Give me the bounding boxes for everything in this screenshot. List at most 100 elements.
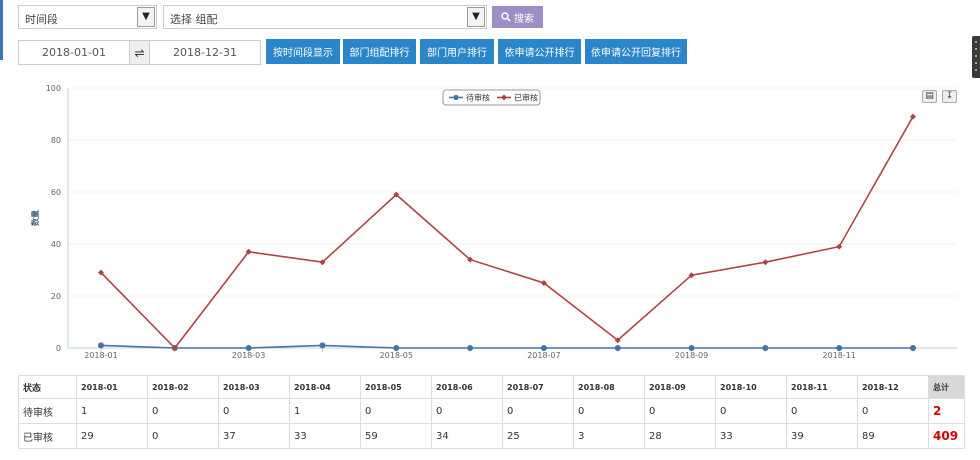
group-select-value: 选择 组配 [170, 13, 218, 26]
table-cell: 0 [715, 398, 787, 424]
by-period-button[interactable]: 按时间段显示 [266, 39, 340, 64]
table-cell: 1 [76, 398, 148, 424]
line-chart: 0 20 40 60 80 100 2018-01 2018-03 2018-05 2018-07… [0, 82, 980, 364]
public-request-rank-button[interactable]: 依申请公开排行 [498, 39, 581, 64]
table-cell: 33 [289, 423, 361, 449]
download-icon[interactable]: ↧ [942, 90, 957, 103]
x-tick-label: 2018-09 [675, 351, 708, 360]
month-header: 2018-02 [147, 375, 219, 399]
dept-group-rank-button[interactable]: 部门组配排行 [343, 39, 416, 64]
chevron-down-icon[interactable]: ▼ [137, 7, 155, 27]
table-cell: 0 [857, 398, 929, 424]
table-row: 已审核 29 0 37 33 59 34 25 3 28 33 39 89 409 [18, 423, 965, 449]
swap-icon: ⇌ [130, 40, 149, 65]
legend-label: 已审核 [514, 93, 538, 103]
data-point [762, 345, 769, 351]
data-point [762, 259, 769, 266]
data-point [98, 342, 104, 349]
x-tick-label: 2018-01 [84, 351, 117, 360]
month-header: 2018-03 [218, 375, 290, 399]
data-point [836, 345, 843, 351]
table-cell: 0 [147, 423, 219, 449]
table-cell: 34 [431, 423, 503, 449]
month-header: 2018-06 [431, 375, 503, 399]
legend-label: 待审核 [466, 93, 490, 103]
y-tick-label: 20 [51, 292, 61, 301]
month-header: 2018-12 [857, 375, 929, 399]
x-tick-label: 2018-11 [822, 351, 855, 360]
table-cell: 0 [786, 398, 858, 424]
table-cell: 33 [715, 423, 787, 449]
series-line [100, 344, 913, 349]
status-header: 状态 [18, 375, 77, 399]
table-cell: 28 [644, 423, 716, 449]
month-header: 2018-05 [360, 375, 432, 399]
table-cell: 0 [147, 398, 219, 424]
table-cell: 0 [644, 398, 716, 424]
row-status-label: 待审核 [18, 398, 77, 424]
page-root: 时间段 ▼ 选择 组配 ▼ 搜索 2018-01-01 ⇌ 2018-12-31… [0, 0, 980, 460]
start-date-value: 2018-01-01 [42, 46, 106, 59]
dept-user-rank-button[interactable]: 部门用户排行 [420, 39, 494, 64]
row-total: 409 [928, 423, 965, 449]
row-status-label: 已审核 [18, 423, 77, 449]
period-select[interactable]: 时间段 ▼ [18, 5, 157, 29]
data-point [467, 345, 474, 351]
group-select[interactable]: 选择 组配 ▼ [163, 5, 487, 29]
month-header: 2018-11 [786, 375, 858, 399]
series-line [100, 116, 914, 350]
x-tick-label: 2018-03 [232, 351, 265, 360]
y-tick-label: 0 [56, 344, 61, 353]
month-header: 2018-08 [573, 375, 645, 399]
table-cell: 0 [573, 398, 645, 424]
x-tick-label: 2018-05 [380, 351, 413, 360]
table-cell: 59 [360, 423, 432, 449]
table-cell: 25 [502, 423, 574, 449]
stats-table: 状态 2018-01 2018-02 2018-03 2018-04 2018-05 201… [18, 375, 965, 449]
row-total: 2 [928, 398, 965, 424]
end-date-value: 2018-12-31 [173, 46, 237, 59]
period-select-value: 时间段 [25, 13, 58, 26]
table-cell: 1 [289, 398, 361, 424]
month-header: 2018-01 [76, 375, 148, 399]
month-header: 2018-07 [502, 375, 574, 399]
chevron-down-icon[interactable]: ▼ [467, 7, 485, 27]
data-point [393, 345, 400, 351]
month-header: 2018-09 [644, 375, 716, 399]
search-button[interactable]: 搜索 [492, 6, 543, 28]
left-accent-bar [0, 0, 3, 60]
table-cell: 0 [502, 398, 574, 424]
search-button-label: 搜索 [514, 13, 534, 25]
y-tick-label: 40 [51, 240, 61, 249]
table-cell: 0 [218, 398, 290, 424]
table-cell: 3 [573, 423, 645, 449]
table-header-row: 状态 2018-01 2018-02 2018-03 2018-04 2018-05 201… [18, 375, 965, 399]
chart-canvas: 0 20 40 60 80 100 2018-01 2018-03 2018-05 2018-07… [30, 84, 957, 360]
table-row: 待审核 1 0 0 1 0 0 0 0 0 0 0 0 2 [18, 398, 965, 424]
data-point [319, 342, 326, 349]
total-header: 总计 [928, 375, 965, 399]
data-point [688, 345, 695, 351]
legend-marker [453, 94, 459, 101]
data-point [614, 345, 621, 351]
y-tick-label: 80 [51, 136, 61, 145]
table-cell: 39 [786, 423, 858, 449]
side-panel-handle[interactable] [972, 36, 980, 78]
data-point [540, 345, 547, 351]
table-cell: 29 [76, 423, 148, 449]
public-reply-rank-button[interactable]: 依申请公开回复排行 [585, 39, 687, 64]
data-point [245, 345, 252, 351]
month-header: 2018-04 [289, 375, 361, 399]
printer-icon[interactable]: ▤ [922, 90, 937, 103]
search-icon [501, 12, 511, 22]
start-date-input[interactable]: 2018-01-01 [18, 40, 130, 65]
x-tick-label: 2018-07 [527, 351, 560, 360]
table-cell: 37 [218, 423, 290, 449]
y-axis-label: 数量 [30, 210, 40, 226]
data-point [910, 345, 916, 351]
month-header: 2018-10 [715, 375, 787, 399]
end-date-input[interactable]: 2018-12-31 [149, 40, 261, 65]
table-cell: 89 [857, 423, 929, 449]
table-cell: 0 [431, 398, 503, 424]
y-tick-label: 60 [51, 188, 61, 197]
